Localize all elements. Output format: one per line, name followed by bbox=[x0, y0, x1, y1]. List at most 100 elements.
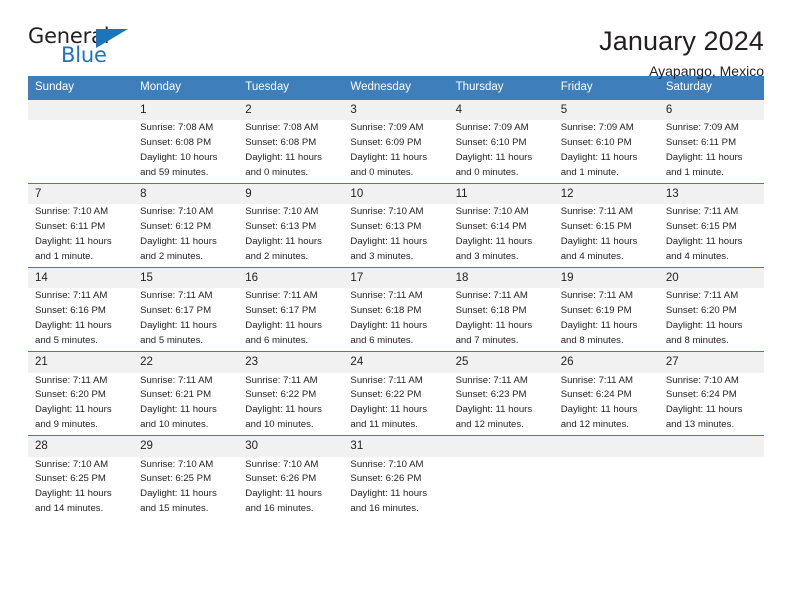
day-daylight-text: and 3 minutes. bbox=[350, 250, 414, 262]
calendar-day-details: Sunrise: 7:11 AM Sunset: 6:17 PM Daylight:… bbox=[133, 288, 238, 350]
day-sunset-text: Sunset: 6:26 PM bbox=[245, 473, 317, 485]
weekday-header-sunday: Sunday bbox=[28, 76, 134, 100]
day-daylight-text: Daylight: 11 hours bbox=[455, 404, 533, 416]
calendar-day-number[interactable]: 3 bbox=[343, 99, 449, 121]
weekday-header-thursday: Thursday bbox=[448, 76, 554, 100]
calendar-day-details: Sunrise: 7:11 AM Sunset: 6:22 PM Daylight:… bbox=[343, 373, 448, 435]
calendar-day-details: Sunrise: 7:11 AM Sunset: 6:19 PM Daylight:… bbox=[554, 288, 659, 350]
day-daylight-text: and 0 minutes. bbox=[455, 166, 519, 178]
calendar-day-details: Sunrise: 7:10 AM Sunset: 6:25 PM Daylight:… bbox=[133, 457, 238, 519]
calendar-day-number[interactable]: 6 bbox=[658, 99, 764, 121]
day-daylight-text: and 12 minutes. bbox=[455, 419, 524, 431]
calendar-day-number[interactable]: 5 bbox=[553, 99, 659, 121]
page-header: General Blue January 2024 Ayapango, Mexi… bbox=[28, 0, 764, 79]
day-sunrise-text: Sunrise: 7:10 AM bbox=[35, 206, 109, 218]
calendar-day-number[interactable]: 14 bbox=[28, 267, 134, 289]
calendar-day-number[interactable]: 18 bbox=[448, 267, 554, 289]
calendar-cell-empty-info bbox=[658, 456, 764, 520]
weekday-header-row: Sunday Monday Tuesday Wednesday Thursday Frid… bbox=[28, 76, 764, 100]
day-sunset-text: Sunset: 6:16 PM bbox=[35, 305, 106, 317]
day-sunset-text: Sunset: 6:09 PM bbox=[350, 137, 422, 149]
day-daylight-text: and 8 minutes. bbox=[665, 335, 729, 347]
day-daylight-text: and 3 minutes. bbox=[455, 250, 519, 262]
calendar-day-number[interactable]: 7 bbox=[28, 183, 134, 205]
general-blue-logo[interactable]: General Blue bbox=[28, 26, 148, 74]
calendar-day-number[interactable]: 4 bbox=[448, 99, 554, 121]
day-daylight-text: Daylight: 11 hours bbox=[665, 236, 743, 248]
day-sunset-text: Sunset: 6:24 PM bbox=[665, 389, 737, 401]
day-sunrise-text: Sunrise: 7:09 AM bbox=[665, 122, 739, 134]
calendar-day-number[interactable]: 16 bbox=[238, 267, 344, 289]
calendar-day-number[interactable]: 8 bbox=[133, 183, 239, 205]
day-daylight-text: and 11 minutes. bbox=[350, 419, 418, 431]
day-sunset-text: Sunset: 6:22 PM bbox=[245, 389, 317, 401]
day-sunset-text: Sunset: 6:08 PM bbox=[140, 137, 212, 149]
calendar-day-number[interactable]: 20 bbox=[658, 267, 764, 289]
calendar-day-number[interactable]: 15 bbox=[133, 267, 239, 289]
day-sunrise-text: Sunrise: 7:11 AM bbox=[350, 290, 423, 302]
day-daylight-text: and 16 minutes. bbox=[245, 503, 314, 515]
calendar-day-number[interactable]: 29 bbox=[133, 435, 239, 457]
calendar-day-number[interactable]: 26 bbox=[553, 351, 659, 373]
day-sunset-text: Sunset: 6:23 PM bbox=[455, 389, 527, 401]
day-sunset-text: Sunset: 6:17 PM bbox=[140, 305, 212, 317]
day-daylight-text: Daylight: 11 hours bbox=[140, 488, 217, 500]
week-dayinfo-row: Sunrise: 7:08 AM Sunset: 6:08 PM Daylight:… bbox=[28, 120, 764, 183]
calendar-day-details: Sunrise: 7:08 AM Sunset: 6:08 PM Daylight:… bbox=[238, 120, 343, 182]
day-sunrise-text: Sunrise: 7:10 AM bbox=[455, 206, 529, 218]
week-dayinfo-row: Sunrise: 7:11 AM Sunset: 6:20 PM Daylight:… bbox=[28, 373, 764, 435]
week-dayinfo-row: Sunrise: 7:11 AM Sunset: 6:16 PM Daylight:… bbox=[28, 288, 764, 350]
title-block: January 2024 Ayapango, Mexico bbox=[599, 26, 764, 79]
calendar-day-number[interactable]: 19 bbox=[553, 267, 659, 289]
calendar-day-number[interactable]: 1 bbox=[133, 99, 239, 121]
day-daylight-text: and 8 minutes. bbox=[560, 335, 624, 347]
day-sunrise-text: Sunrise: 7:11 AM bbox=[560, 290, 634, 302]
calendar-day-number[interactable]: 25 bbox=[448, 351, 554, 373]
calendar-day-details: Sunrise: 7:10 AM Sunset: 6:11 PM Daylight:… bbox=[28, 204, 133, 266]
calendar-day-number[interactable]: 23 bbox=[238, 351, 344, 373]
calendar-day-details: Sunrise: 7:11 AM Sunset: 6:18 PM Daylight:… bbox=[449, 288, 554, 350]
calendar-day-number[interactable]: 10 bbox=[343, 183, 449, 205]
calendar-day-details: Sunrise: 7:10 AM Sunset: 6:24 PM Daylight:… bbox=[659, 373, 764, 435]
calendar-day-number[interactable]: 2 bbox=[238, 99, 344, 121]
day-sunset-text: Sunset: 6:13 PM bbox=[245, 221, 317, 233]
day-daylight-text: and 2 minutes. bbox=[245, 250, 309, 262]
day-sunrise-text: Sunrise: 7:10 AM bbox=[140, 458, 214, 470]
day-sunset-text: Sunset: 6:15 PM bbox=[560, 221, 632, 233]
day-daylight-text: Daylight: 11 hours bbox=[35, 488, 112, 500]
calendar-cell-empty bbox=[553, 435, 659, 457]
day-daylight-text: Daylight: 11 hours bbox=[350, 320, 428, 332]
calendar-day-number[interactable]: 9 bbox=[238, 183, 344, 205]
day-daylight-text: and 59 minutes. bbox=[140, 166, 209, 178]
calendar-day-number[interactable]: 17 bbox=[343, 267, 449, 289]
calendar-day-number[interactable]: 22 bbox=[133, 351, 239, 373]
calendar-day-details: Sunrise: 7:11 AM Sunset: 6:16 PM Daylight:… bbox=[28, 288, 133, 350]
day-sunset-text: Sunset: 6:25 PM bbox=[35, 473, 106, 485]
calendar-day-number[interactable]: 13 bbox=[658, 183, 764, 205]
day-sunset-text: Sunset: 6:26 PM bbox=[350, 473, 422, 485]
calendar-day-number[interactable]: 30 bbox=[238, 435, 344, 457]
day-sunset-text: Sunset: 6:25 PM bbox=[140, 473, 212, 485]
calendar-day-number[interactable]: 28 bbox=[28, 435, 134, 457]
day-sunrise-text: Sunrise: 7:11 AM bbox=[455, 290, 528, 302]
day-daylight-text: Daylight: 11 hours bbox=[350, 152, 428, 163]
calendar-cell-empty-info bbox=[553, 456, 659, 520]
day-sunrise-text: Sunrise: 7:10 AM bbox=[350, 206, 424, 218]
day-sunrise-text: Sunrise: 7:11 AM bbox=[35, 290, 108, 302]
day-daylight-text: and 14 minutes. bbox=[35, 503, 104, 515]
calendar-day-number[interactable]: 27 bbox=[658, 351, 764, 373]
calendar-day-number[interactable]: 24 bbox=[343, 351, 449, 373]
day-daylight-text: Daylight: 11 hours bbox=[245, 152, 322, 163]
day-daylight-text: Daylight: 11 hours bbox=[560, 404, 638, 416]
day-daylight-text: Daylight: 11 hours bbox=[140, 404, 217, 416]
calendar-day-number[interactable]: 12 bbox=[553, 183, 659, 205]
calendar-day-number[interactable]: 21 bbox=[28, 351, 134, 373]
calendar-day-details: Sunrise: 7:10 AM Sunset: 6:13 PM Daylight:… bbox=[238, 204, 343, 266]
calendar-day-number[interactable]: 11 bbox=[448, 183, 554, 205]
calendar-day-number[interactable]: 31 bbox=[343, 435, 449, 457]
day-daylight-text: Daylight: 10 hours bbox=[140, 152, 218, 163]
logo-word-blue: Blue bbox=[61, 43, 107, 67]
day-daylight-text: Daylight: 11 hours bbox=[140, 236, 217, 248]
calendar-day-details: Sunrise: 7:09 AM Sunset: 6:10 PM Daylight:… bbox=[554, 120, 659, 182]
calendar-day-details: Sunrise: 7:11 AM Sunset: 6:18 PM Daylight:… bbox=[343, 288, 448, 350]
